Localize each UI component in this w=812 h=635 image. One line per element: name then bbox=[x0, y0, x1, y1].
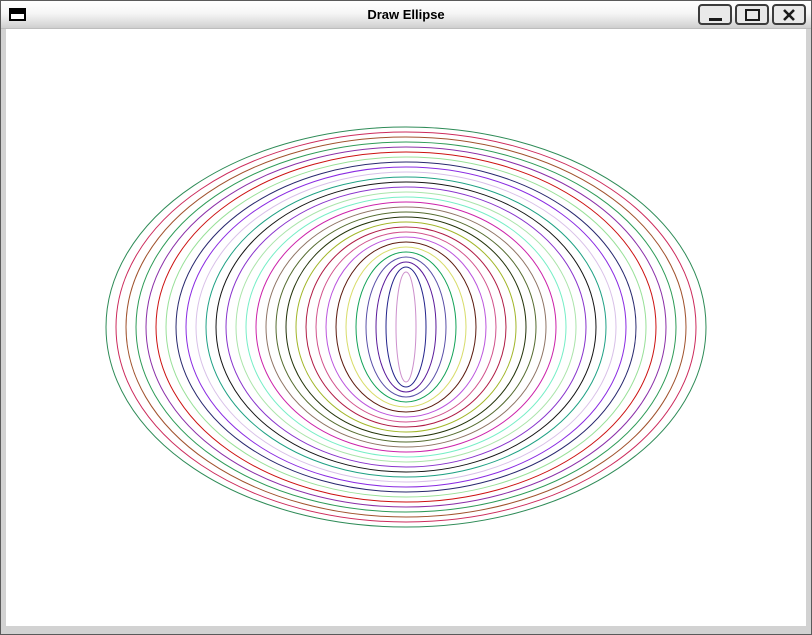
ellipse bbox=[356, 252, 456, 402]
ellipse bbox=[376, 262, 436, 392]
close-button[interactable] bbox=[772, 4, 806, 25]
ellipse bbox=[256, 202, 556, 452]
ellipse bbox=[396, 272, 416, 382]
ellipse bbox=[296, 222, 516, 432]
maximize-icon bbox=[745, 9, 760, 21]
window-menu-icon[interactable] bbox=[9, 8, 26, 21]
ellipse bbox=[386, 267, 426, 387]
titlebar-buttons bbox=[698, 4, 806, 25]
ellipse bbox=[266, 207, 546, 447]
maximize-button[interactable] bbox=[735, 4, 769, 25]
ellipse bbox=[286, 217, 526, 437]
ellipse bbox=[216, 182, 596, 472]
minimize-icon bbox=[709, 9, 722, 21]
ellipse bbox=[126, 137, 686, 517]
drawing-canvas bbox=[6, 29, 806, 626]
ellipse bbox=[116, 132, 696, 522]
ellipses-drawing bbox=[6, 29, 806, 626]
ellipse bbox=[166, 157, 646, 497]
ellipse bbox=[346, 247, 466, 407]
titlebar: Draw Ellipse bbox=[1, 1, 811, 29]
ellipse bbox=[246, 197, 566, 457]
ellipse bbox=[366, 257, 446, 397]
window-title: Draw Ellipse bbox=[1, 7, 811, 22]
minimize-button[interactable] bbox=[698, 4, 732, 25]
ellipse bbox=[326, 237, 486, 417]
close-icon bbox=[782, 8, 796, 22]
ellipse bbox=[316, 232, 496, 422]
app-window: Draw Ellipse bbox=[0, 0, 812, 635]
ellipse bbox=[196, 172, 616, 482]
ellipse bbox=[146, 147, 666, 507]
ellipse bbox=[186, 167, 626, 487]
ellipse bbox=[226, 187, 586, 467]
ellipse bbox=[156, 152, 656, 502]
